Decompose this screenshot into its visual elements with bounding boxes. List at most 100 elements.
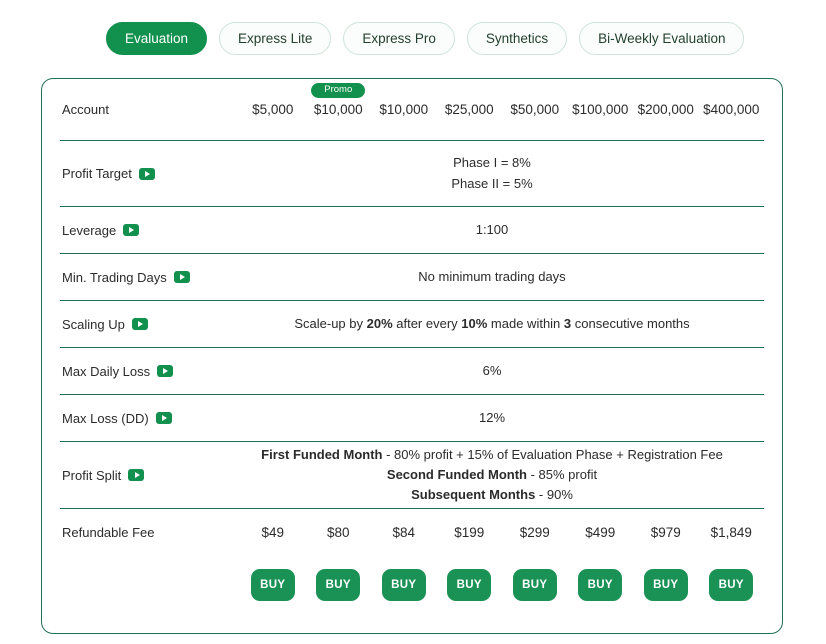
profit-target-label: Profit Target <box>62 166 132 181</box>
profit-target-phase-2: Phase II = 5% <box>451 175 533 191</box>
tab-label: Express Pro <box>362 30 436 46</box>
account-value: $50,000 <box>510 102 560 117</box>
tab-label: Bi-Weekly Evaluation <box>598 30 726 46</box>
buy-button-50000[interactable]: BUY <box>512 569 557 601</box>
row-label-scaling-up: Scaling Up <box>60 317 240 332</box>
account-col-3: $10,000 <box>371 102 437 117</box>
table-row-scaling-up: Scaling Up Scale-up by 20% after every 1… <box>60 301 764 348</box>
fee-col-6: $499 <box>585 525 616 540</box>
account-value: $10,000 <box>379 102 429 117</box>
account-value: $400,000 <box>703 102 760 117</box>
profit-split-line-2: Second Funded Month - 85% profit <box>240 465 744 485</box>
table-row-leverage: Leverage 1:100 <box>60 207 764 254</box>
row-label-refundable-fee: Refundable Fee <box>60 525 240 540</box>
max-loss-dd-label: Max Loss (DD) <box>62 410 149 426</box>
table-row-max-daily-loss: Max Daily Loss 6% <box>60 348 764 395</box>
profit-split-line-2-bold: Second Funded Month <box>386 466 527 482</box>
play-video-icon[interactable] <box>173 271 190 283</box>
buy-cell-7: BUY <box>633 569 699 601</box>
account-col-7: $200,000 <box>633 102 699 117</box>
buy-cell-4: BUY <box>437 569 503 601</box>
account-col-2-promo: Promo $10,000 <box>306 83 372 117</box>
scaling-text-4: consecutive months <box>571 315 690 331</box>
account-col-8: $400,000 <box>699 102 765 117</box>
row-label-account: Account <box>60 102 240 117</box>
account-value: $25,000 <box>444 102 494 117</box>
max-daily-loss-value-cell: 6% <box>240 361 764 381</box>
buy-buttons-grid: BUY BUY BUY BUY BUY BUY BUY BUY <box>240 569 764 601</box>
tab-express-pro[interactable]: Express Pro <box>343 21 455 55</box>
fee-col-7: $979 <box>650 525 681 540</box>
play-video-icon[interactable] <box>157 365 174 377</box>
scaling-text-2: after every <box>392 315 462 331</box>
buy-button-5000[interactable]: BUY <box>250 569 295 601</box>
min-trading-days-label: Min. Trading Days <box>62 269 167 285</box>
leverage-value-cell: 1:100 <box>240 220 764 240</box>
tab-label: Synthetics <box>485 30 549 46</box>
play-video-icon[interactable] <box>155 412 172 424</box>
play-video-icon[interactable] <box>128 469 145 481</box>
tab-evaluation[interactable]: Evaluation <box>106 21 208 55</box>
profit-split-value-cell: First Funded Month - 80% profit + 15% of… <box>240 445 764 505</box>
leverage-label: Leverage <box>62 222 117 238</box>
buy-button-10000-promo[interactable]: BUY <box>316 569 361 601</box>
buy-cell-1: BUY <box>240 569 306 601</box>
row-label-min-trading-days: Min. Trading Days <box>60 270 240 285</box>
buy-cell-5: BUY <box>502 569 568 601</box>
row-label-max-daily-loss: Max Daily Loss <box>60 364 240 379</box>
buy-buttons-row: BUY BUY BUY BUY BUY BUY BUY BUY <box>42 556 782 614</box>
row-label-leverage: Leverage <box>60 223 240 238</box>
account-col-5: $50,000 <box>502 102 568 117</box>
scaling-up-text: Scale-up by 20% after every 10% made wit… <box>240 314 764 334</box>
account-col-4: $25,000 <box>437 102 503 117</box>
profit-split-line-3: Subsequent Months - 90% <box>240 485 744 505</box>
max-loss-dd-value: 12% <box>478 409 506 425</box>
pricing-page: Evaluation Express Lite Express Pro Synt… <box>0 0 826 644</box>
buy-button-400000[interactable]: BUY <box>709 569 754 601</box>
table-row-max-loss-dd: Max Loss (DD) 12% <box>60 395 764 442</box>
buy-button-200000[interactable]: BUY <box>643 569 688 601</box>
scaling-up-label: Scaling Up <box>62 316 125 332</box>
tab-express-lite[interactable]: Express Lite <box>219 21 332 55</box>
account-value: $200,000 <box>637 102 694 117</box>
min-trading-days-value: No minimum trading days <box>418 268 566 284</box>
scaling-text-3: made within <box>487 315 564 331</box>
account-value: $5,000 <box>252 102 294 117</box>
account-value: $100,000 <box>572 102 629 117</box>
scaling-up-value-cell: Scale-up by 20% after every 10% made wit… <box>240 314 764 334</box>
tab-label: Evaluation <box>125 30 189 46</box>
buy-button-10000[interactable]: BUY <box>381 569 426 601</box>
tab-bi-weekly-evaluation[interactable]: Bi-Weekly Evaluation <box>579 21 745 55</box>
buy-button-25000[interactable]: BUY <box>447 569 492 601</box>
profit-split-line-3-bold: Subsequent Months <box>411 487 536 503</box>
tab-synthetics[interactable]: Synthetics <box>466 21 568 55</box>
max-loss-dd-value-cell: 12% <box>240 408 764 428</box>
tab-label: Express Lite <box>238 30 313 46</box>
scaling-bold-2: 10% <box>461 315 488 331</box>
refundable-fee-values: $49 $80 $84 $199 $299 $499 $979 $1,849 <box>240 525 764 540</box>
promo-badge: Promo <box>311 83 366 98</box>
account-col-1: $5,000 <box>240 102 306 117</box>
table-row-min-trading-days: Min. Trading Days No minimum trading day… <box>60 254 764 301</box>
row-label-max-loss-dd: Max Loss (DD) <box>60 411 240 426</box>
account-label: Account <box>62 102 109 117</box>
refundable-fee-label: Refundable Fee <box>62 525 155 540</box>
leverage-value: 1:100 <box>475 221 509 237</box>
buy-button-100000[interactable]: BUY <box>578 569 623 601</box>
profit-split-text: First Funded Month - 80% profit + 15% of… <box>240 445 764 505</box>
scaling-bold-1: 20% <box>366 315 393 331</box>
account-values: $5,000 Promo $10,000 $10,000 $25,000 $50… <box>240 83 765 117</box>
scaling-text-1: Scale-up by <box>294 315 367 331</box>
profit-split-line-3-rest: - 90% <box>535 487 573 503</box>
row-label-profit-split: Profit Split <box>60 468 240 483</box>
play-video-icon[interactable] <box>138 167 155 180</box>
account-value: $10,000 <box>313 102 363 117</box>
max-daily-loss-value: 6% <box>482 362 502 378</box>
play-video-icon[interactable] <box>131 318 148 330</box>
buy-cell-3: BUY <box>371 569 437 601</box>
buy-cell-6: BUY <box>568 569 634 601</box>
fee-col-4: $199 <box>454 525 485 540</box>
plan-tabs: Evaluation Express Lite Express Pro Synt… <box>0 0 826 62</box>
play-video-icon[interactable] <box>123 224 140 236</box>
table-row-refundable-fee: Refundable Fee $49 $80 $84 $199 $299 $49… <box>60 509 764 556</box>
